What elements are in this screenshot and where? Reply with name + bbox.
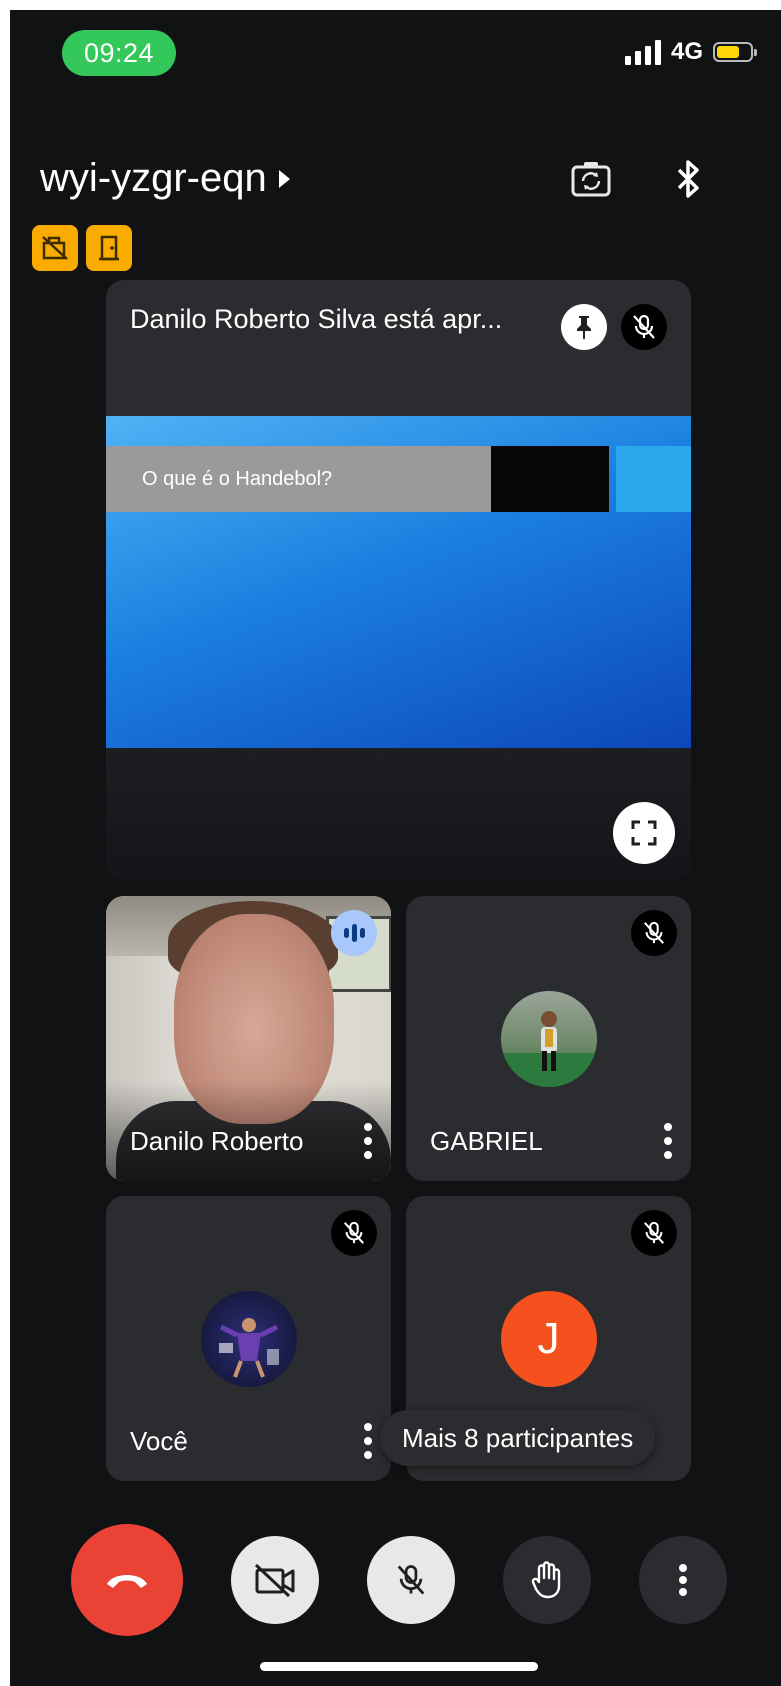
presentation-title: Danilo Roberto Silva está apr... xyxy=(130,304,503,334)
mic-off-icon xyxy=(397,1565,425,1595)
participant-tile-danilo[interactable]: Danilo Roberto xyxy=(106,896,391,1181)
signal-icon xyxy=(624,39,661,65)
meeting-code-button[interactable]: wyi-yzgr-eqn xyxy=(40,156,290,201)
end-call-button[interactable] xyxy=(71,1524,183,1636)
no-recording-icon[interactable] xyxy=(32,225,78,271)
participant-name: GABRIEL xyxy=(430,1126,543,1156)
phone-hangup-icon xyxy=(107,1575,147,1588)
more-participants-chip[interactable]: Mais 8 participantes xyxy=(380,1410,656,1466)
mic-off-icon xyxy=(631,1210,677,1256)
avatar: J xyxy=(500,1290,597,1387)
participant-menu-icon[interactable] xyxy=(363,1123,373,1159)
status-indicators: 4G xyxy=(624,38,757,66)
phone-screen: 09:24 4G wyi-yzgr-eqn Danilo Roberto Sil… xyxy=(10,10,781,1686)
avatar xyxy=(500,990,597,1087)
status-time: 09:24 xyxy=(62,30,176,76)
mic-off-button[interactable] xyxy=(367,1536,455,1624)
battery-icon xyxy=(713,42,757,62)
mic-off-icon xyxy=(331,1210,377,1256)
camera-off-button[interactable] xyxy=(231,1536,319,1624)
slide-title: O que é o Handebol? xyxy=(142,468,333,490)
videocam-off-icon xyxy=(254,1563,295,1598)
hand-icon xyxy=(531,1561,561,1599)
caret-right-icon xyxy=(278,169,290,188)
meeting-badges xyxy=(32,225,132,271)
switch-camera-icon[interactable] xyxy=(567,155,615,203)
pin-icon[interactable] xyxy=(561,304,607,350)
speaking-indicator-icon xyxy=(331,910,377,956)
meeting-code: wyi-yzgr-eqn xyxy=(40,156,267,200)
avatar xyxy=(200,1290,297,1387)
participant-tile-gabriel[interactable]: GABRIEL xyxy=(406,896,691,1181)
participant-tile-self[interactable]: Você xyxy=(106,1196,391,1481)
slide-accent-block xyxy=(616,446,691,512)
participant-name: Você xyxy=(130,1426,188,1456)
mic-off-icon xyxy=(631,910,677,956)
raise-hand-button[interactable] xyxy=(503,1536,591,1624)
fullscreen-icon[interactable] xyxy=(613,802,675,864)
bluetooth-icon[interactable] xyxy=(665,155,713,203)
participant-name: Danilo Roberto xyxy=(130,1126,304,1156)
slide-video-thumbnail xyxy=(491,446,609,512)
room-door-icon[interactable] xyxy=(86,225,132,271)
participant-menu-icon[interactable] xyxy=(363,1423,373,1459)
presentation-footer xyxy=(106,748,691,880)
presentation-tile[interactable]: Danilo Roberto Silva está apr... O que é… xyxy=(106,280,691,880)
mic-off-icon xyxy=(621,304,667,350)
network-type: 4G xyxy=(670,38,703,65)
participant-menu-icon[interactable] xyxy=(663,1123,673,1159)
home-indicator[interactable] xyxy=(260,1662,538,1671)
more-vert-icon xyxy=(679,1564,687,1596)
shared-slide: O que é o Handebol? xyxy=(106,416,691,748)
more-options-button[interactable] xyxy=(639,1536,727,1624)
